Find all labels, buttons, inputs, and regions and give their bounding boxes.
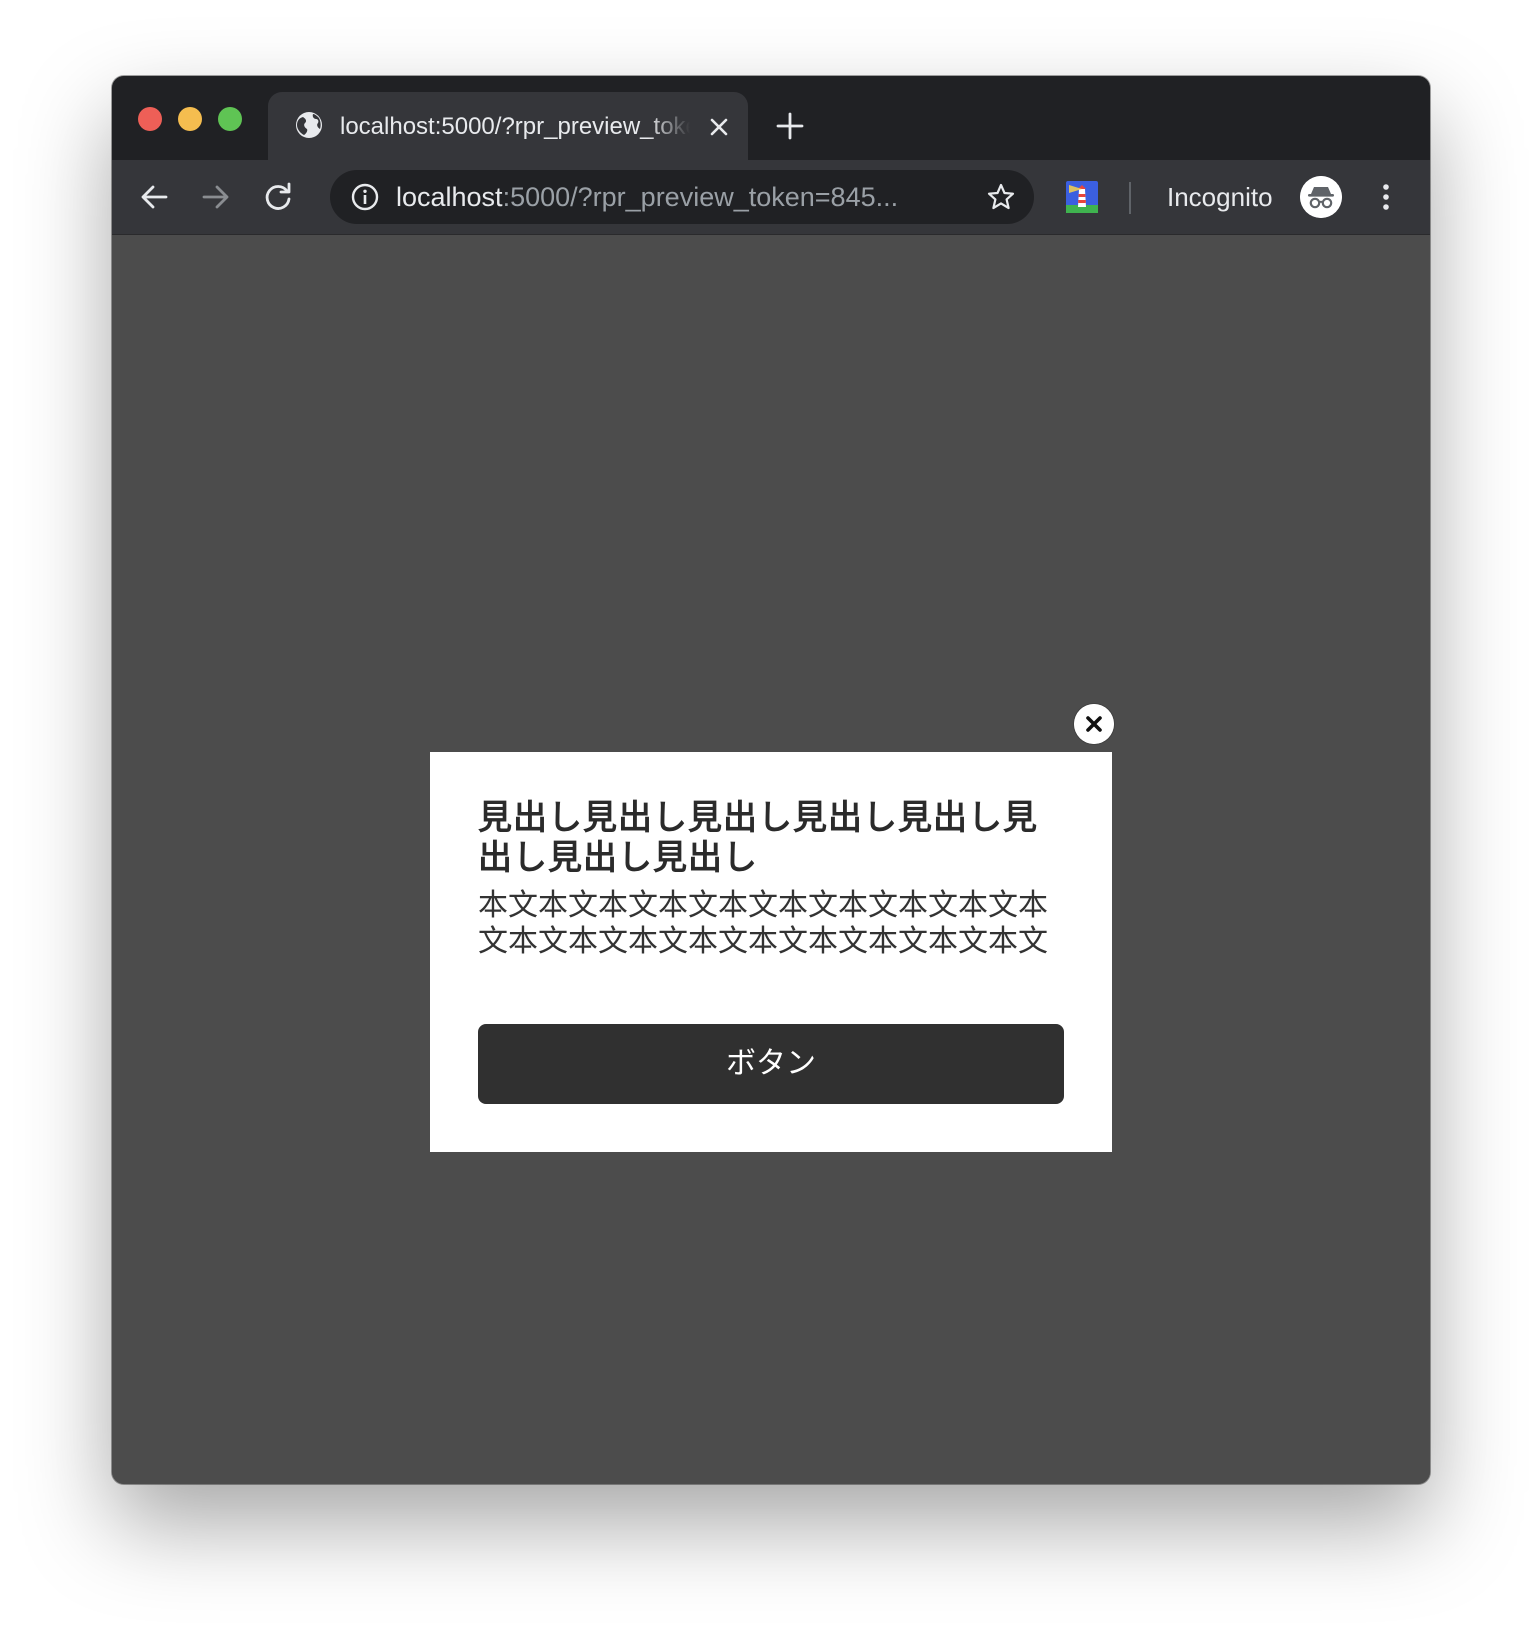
window-close-button[interactable]	[138, 107, 162, 131]
modal-heading: 見出し見出し見出し見出し見出し見出し見出し見出し	[478, 798, 1038, 878]
close-icon[interactable]	[1074, 704, 1114, 744]
browser-window: localhost:5000/?rpr_preview_token=845...	[112, 76, 1430, 1484]
popup-modal: 見出し見出し見出し見出し見出し見出し見出し見出し 本文本文本文本文本文本文本文本…	[430, 752, 1112, 1152]
address-bar[interactable]: localhost:5000/?rpr_preview_token=845...	[330, 170, 1034, 224]
page-viewport: 見出し見出し見出し見出し見出し見出し見出し見出し 本文本文本文本文本文本文本文本…	[112, 235, 1430, 1484]
url-rest: :5000/?rpr_preview_token=845...	[502, 182, 899, 212]
window-maximize-button[interactable]	[218, 107, 242, 131]
reload-icon[interactable]	[260, 179, 296, 215]
url-text[interactable]: localhost:5000/?rpr_preview_token=845...	[396, 170, 898, 224]
arrow-left-icon[interactable]	[136, 179, 172, 215]
url-host: localhost	[396, 182, 503, 212]
modal-body-text: 本文本文本文本文本文本文本文本文本文本文本文本文本文本文本文本文本文本文本文	[478, 888, 1048, 959]
browser-toolbar: localhost:5000/?rpr_preview_token=845...…	[112, 160, 1430, 235]
arrow-right-icon[interactable]	[198, 179, 234, 215]
window-minimize-button[interactable]	[178, 107, 202, 131]
close-icon[interactable]	[706, 114, 732, 140]
star-icon[interactable]	[986, 182, 1016, 212]
toolbar-divider	[1129, 182, 1131, 214]
incognito-label[interactable]: Incognito	[1167, 180, 1273, 214]
tab-title: localhost:5000/?rpr_preview_token=845...	[340, 113, 690, 140]
tab-bar: localhost:5000/?rpr_preview_token=845...	[112, 76, 1430, 160]
globe-icon	[296, 112, 322, 138]
kebab-menu-icon[interactable]	[1368, 179, 1404, 215]
modal-action-button[interactable]: ボタン	[478, 1024, 1064, 1104]
browser-tab[interactable]: localhost:5000/?rpr_preview_token=845...	[268, 92, 748, 160]
plus-icon[interactable]	[776, 112, 804, 140]
lighthouse-extension-icon[interactable]	[1066, 181, 1098, 213]
incognito-icon[interactable]	[1300, 176, 1342, 218]
info-icon[interactable]	[350, 182, 380, 212]
